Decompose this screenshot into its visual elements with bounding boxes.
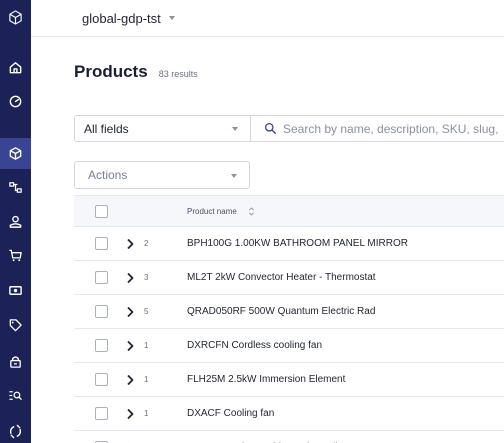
table-row[interactable]: 5 QRAD050RF 500W Quantum Electric Rad	[74, 295, 504, 329]
table-row[interactable]: 2 BPH100G 1.00KW BATHROOM PANEL MIRROR	[74, 227, 504, 261]
sidebar-item-customers[interactable]	[0, 206, 31, 237]
chevron-down-icon[interactable]	[168, 16, 175, 20]
dashboard-gauge-icon	[9, 95, 22, 108]
results-count: 83 results	[158, 69, 198, 79]
row-checkbox[interactable]	[95, 339, 108, 352]
field-select-value: All fields	[84, 121, 129, 136]
table-body: 2 BPH100G 1.00KW BATHROOM PANEL MIRROR 3 ML…	[74, 227, 504, 443]
chevron-right-icon[interactable]	[126, 340, 134, 352]
tag-icon	[9, 319, 22, 332]
chevron-right-icon[interactable]	[126, 374, 134, 386]
sidebar-item-sync[interactable]	[0, 416, 31, 443]
cart-icon	[9, 249, 22, 262]
variant-count: 1	[144, 341, 149, 350]
product-name[interactable]: DXACF Cooling fan	[187, 408, 274, 419]
search-input[interactable]	[283, 121, 504, 136]
sort-icon[interactable]	[248, 206, 255, 217]
search-list-icon	[9, 391, 22, 400]
box-icon	[9, 147, 22, 160]
top-bar: global-gdp-tst	[31, 0, 504, 37]
table-header: Product name	[74, 195, 504, 227]
row-checkbox[interactable]	[95, 373, 108, 386]
actions-label: Actions	[88, 168, 128, 182]
logo-icon	[9, 10, 22, 25]
lock-bag-icon	[10, 356, 21, 368]
page-title: Products	[74, 62, 148, 81]
row-checkbox[interactable]	[95, 237, 108, 250]
variant-count: 3	[144, 273, 149, 282]
product-name[interactable]: QRAD050RF 500W Quantum Electric Rad	[187, 306, 375, 317]
chevron-right-icon[interactable]	[126, 238, 134, 250]
product-name[interactable]: DXRCFN Cordless cooling fan	[187, 340, 322, 351]
product-name[interactable]: FLH25M 2.5kW Immersion Element	[187, 374, 345, 385]
table-row[interactable]: 1 FLH25M 2.5kW Immersion Element	[74, 363, 504, 397]
variant-count: 5	[144, 307, 149, 316]
chevron-right-icon[interactable]	[126, 408, 134, 420]
hierarchy-icon	[9, 182, 22, 193]
products-table: Product name 2 BPH100G 1.00KW BATHROOM PA…	[74, 195, 504, 443]
home-icon	[9, 62, 22, 74]
table-row[interactable]: 3 ML2T 2kW Convector Heater - Thermostat	[74, 261, 504, 295]
product-name[interactable]: ML2T 2kW Convector Heater - Thermostat	[187, 272, 376, 283]
user-icon	[9, 215, 22, 228]
search-box[interactable]	[250, 115, 504, 142]
sidebar-item-products[interactable]	[0, 138, 31, 169]
chevron-right-icon[interactable]	[126, 306, 134, 318]
variant-count: 2	[144, 239, 149, 248]
sidebar-item-security[interactable]	[0, 346, 31, 377]
search-icon	[264, 122, 277, 135]
actions-dropdown[interactable]: Actions	[74, 161, 250, 189]
variant-count: 1	[144, 409, 149, 418]
table-row[interactable]: 1 DXRCFN Cordless cooling fan	[74, 329, 504, 363]
sidebar-item-hierarchy[interactable]	[0, 172, 31, 203]
sidebar	[0, 0, 31, 443]
variant-count: 1	[144, 375, 149, 384]
sidebar-item-payments[interactable]	[0, 275, 31, 306]
row-checkbox[interactable]	[95, 407, 108, 420]
column-header-product-name[interactable]: Product name	[187, 207, 237, 216]
select-all-checkbox[interactable]	[95, 205, 108, 218]
chevron-right-icon[interactable]	[126, 272, 134, 284]
sidebar-item-orders[interactable]	[0, 240, 31, 271]
sidebar-item-home[interactable]	[0, 52, 31, 83]
product-name[interactable]: BPH100G 1.00KW BATHROOM PANEL MIRROR	[187, 238, 408, 249]
cube-outline-logo[interactable]	[0, 2, 31, 33]
field-select[interactable]: All fields	[74, 115, 251, 142]
table-row[interactable]: 1DXRCF Rechargeable Desk Cooling Fan	[74, 431, 504, 443]
sync-icon	[9, 424, 22, 439]
cash-icon	[9, 286, 22, 295]
row-checkbox[interactable]	[95, 305, 108, 318]
chevron-down-icon	[231, 174, 237, 178]
table-row[interactable]: 1 DXACF Cooling fan	[74, 397, 504, 431]
row-checkbox[interactable]	[95, 271, 108, 284]
sidebar-item-promotions[interactable]	[0, 310, 31, 341]
sidebar-item-dashboard[interactable]	[0, 86, 31, 117]
chevron-down-icon	[232, 127, 238, 131]
page-header: Products 83 results	[74, 62, 198, 82]
org-switcher[interactable]: global-gdp-tst	[82, 11, 161, 26]
sidebar-item-search-settings[interactable]	[0, 380, 31, 411]
